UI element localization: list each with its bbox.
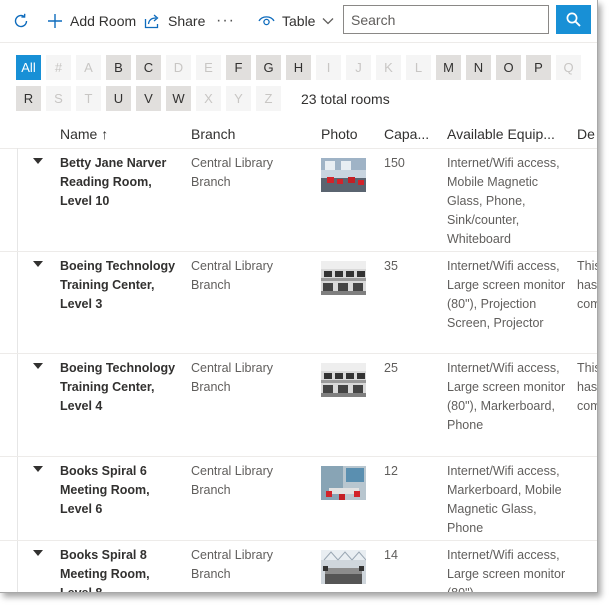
letter-filter-m[interactable]: M — [436, 55, 461, 80]
description-cell: This has com — [577, 361, 598, 413]
branch-cell: Central Library Branch — [191, 464, 273, 497]
capacity-cell: 14 — [384, 548, 398, 562]
column-header-description[interactable]: De — [577, 120, 595, 148]
branch-cell: Central Library Branch — [191, 548, 273, 581]
view-switcher[interactable]: Table — [258, 0, 334, 42]
column-header-name[interactable]: Name ↑ — [60, 120, 108, 148]
letter-filter-h[interactable]: H — [286, 55, 311, 80]
room-name-cell[interactable]: Betty Jane Narver Reading Room, Level 10 — [60, 154, 180, 211]
capacity-cell: 150 — [384, 156, 405, 170]
room-name-cell[interactable]: Books Spiral 8 Meeting Room, Level 8 — [60, 546, 180, 592]
search-icon — [566, 12, 581, 27]
table-row[interactable]: Betty Jane Narver Reading Room, Level 10… — [0, 148, 597, 252]
search-button[interactable] — [556, 5, 591, 34]
computer-lab-photo[interactable] — [321, 363, 366, 397]
refresh-icon — [14, 13, 28, 28]
letter-filter-z: Z — [256, 86, 281, 111]
command-bar: Add Room Share ··· Table — [0, 0, 597, 42]
branch-cell: Central Library Branch — [191, 156, 273, 189]
letter-filter-u[interactable]: U — [106, 86, 131, 111]
toolbar-divider — [0, 42, 597, 43]
app-window: Add Room Share ··· Table Search All # A … — [0, 0, 598, 593]
table-header: Name ↑ Branch Photo Capa... Available Eq… — [0, 120, 597, 149]
letter-filter-f[interactable]: F — [226, 55, 251, 80]
letter-filter-q: Q — [556, 55, 581, 80]
reading-room-photo[interactable] — [321, 158, 366, 192]
equipment-cell: Internet/Wifi access, Large screen monit… — [447, 361, 566, 432]
letter-filter-x: X — [196, 86, 221, 111]
letter-filter-l: L — [406, 55, 431, 80]
share-icon — [144, 14, 159, 29]
letter-filter-y: Y — [226, 86, 251, 111]
letter-filter-v[interactable]: V — [136, 86, 161, 111]
capacity-cell: 35 — [384, 259, 398, 273]
letter-filter-number: # — [46, 55, 71, 80]
branch-cell: Central Library Branch — [191, 361, 273, 394]
eye-icon — [258, 16, 275, 26]
room-name-cell[interactable]: Books Spiral 6 Meeting Room, Level 6 — [60, 462, 180, 519]
share-label: Share — [168, 13, 206, 29]
letter-filter-b[interactable]: B — [106, 55, 131, 80]
equipment-cell: Internet/Wifi access, Large screen monit… — [447, 548, 566, 593]
view-label: Table — [282, 13, 316, 29]
expand-row-caret-icon[interactable] — [33, 261, 43, 267]
expand-row-caret-icon[interactable] — [33, 363, 43, 369]
refresh-button[interactable] — [12, 0, 30, 42]
chevron-down-icon — [323, 18, 334, 25]
letter-filter-p[interactable]: P — [526, 55, 551, 80]
equipment-cell: Internet/Wifi access, Large screen monit… — [447, 259, 566, 330]
column-header-equipment[interactable]: Available Equip... — [447, 120, 555, 148]
letter-filter-o[interactable]: O — [496, 55, 521, 80]
expand-row-caret-icon[interactable] — [33, 550, 43, 556]
search-field[interactable] — [343, 5, 549, 34]
letter-filter-g[interactable]: G — [256, 55, 281, 80]
expand-row-caret-icon[interactable] — [33, 466, 43, 472]
room-name-cell[interactable]: Boeing Technology Training Center, Level… — [60, 359, 180, 416]
column-header-capacity[interactable]: Capa... — [384, 120, 429, 148]
letter-filter-a: A — [76, 55, 101, 80]
capacity-cell: 25 — [384, 361, 398, 375]
letter-filter-r[interactable]: R — [16, 86, 41, 111]
letter-filter-i: I — [316, 55, 341, 80]
computer-lab-photo[interactable] — [321, 261, 366, 295]
letter-filter-all[interactable]: All — [16, 55, 41, 80]
plus-icon — [48, 14, 62, 28]
more-options-button[interactable]: ··· — [216, 0, 235, 42]
equipment-cell: Internet/Wifi access, Markerboard, Mobil… — [447, 464, 562, 535]
letter-filter-e: E — [196, 55, 221, 80]
table-row[interactable]: Books Spiral 8 Meeting Room, Level 8 Cent… — [0, 540, 597, 593]
total-rooms-count: 23 total rooms — [301, 91, 390, 107]
table-row[interactable]: Boeing Technology Training Center, Level… — [0, 353, 597, 457]
letter-filter-w[interactable]: W — [166, 86, 191, 111]
capacity-cell: 12 — [384, 464, 398, 478]
table-row[interactable]: Boeing Technology Training Center, Level… — [0, 251, 597, 354]
conference-room-photo[interactable] — [321, 550, 366, 584]
room-name-cell[interactable]: Boeing Technology Training Center, Level… — [60, 257, 180, 314]
letter-filter-j: J — [346, 55, 371, 80]
column-header-photo[interactable]: Photo — [321, 120, 358, 148]
branch-cell: Central Library Branch — [191, 259, 273, 292]
search-input[interactable] — [344, 6, 548, 33]
add-room-label: Add Room — [70, 13, 137, 29]
add-room-button[interactable]: Add Room — [47, 0, 136, 42]
letter-filter-d: D — [166, 55, 191, 80]
meeting-room-photo[interactable] — [321, 466, 366, 500]
letter-filter-k: K — [376, 55, 401, 80]
letter-filter-t: T — [76, 86, 101, 111]
share-button[interactable]: Share — [144, 0, 205, 42]
table-row[interactable]: Books Spiral 6 Meeting Room, Level 6 Cent… — [0, 456, 597, 541]
equipment-cell: Internet/Wifi access, Mobile Magnetic Gl… — [447, 156, 560, 246]
letter-filter-n[interactable]: N — [466, 55, 491, 80]
column-header-branch[interactable]: Branch — [191, 120, 235, 148]
letter-filter-c[interactable]: C — [136, 55, 161, 80]
more-icon: ··· — [216, 12, 235, 29]
letter-filter-s: S — [46, 86, 71, 111]
expand-row-caret-icon[interactable] — [33, 158, 43, 164]
description-cell: This has com — [577, 259, 598, 311]
